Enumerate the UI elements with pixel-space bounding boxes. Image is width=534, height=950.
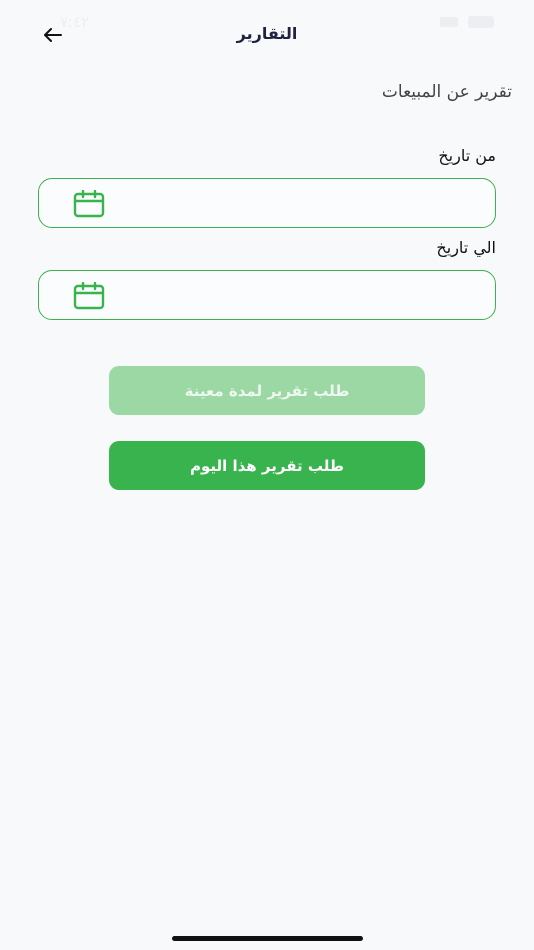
from-date-input[interactable] [119,189,475,217]
today-report-button[interactable]: طلب تقرير هذا اليوم [109,441,425,490]
reports-screen: ٧:٤٢ التقارير تقرير عن المبيعات من تاريخ… [0,0,534,950]
page-title: التقارير [236,24,298,43]
calendar-icon [73,190,105,218]
from-date-label: من تاريخ [438,146,496,165]
to-date-label: الي تاريخ [436,238,496,257]
nav-bar: التقارير [0,14,534,54]
calendar-icon [73,282,105,310]
back-button[interactable] [38,20,68,50]
to-date-input[interactable] [119,281,475,309]
period-report-button[interactable]: طلب تقرير لمدة معينة [109,366,425,415]
to-date-field[interactable] [38,270,496,320]
arrow-left-icon [44,28,62,42]
section-title: تقرير عن المبيعات [381,82,512,102]
from-date-field[interactable] [38,178,496,228]
home-indicator [172,936,363,941]
